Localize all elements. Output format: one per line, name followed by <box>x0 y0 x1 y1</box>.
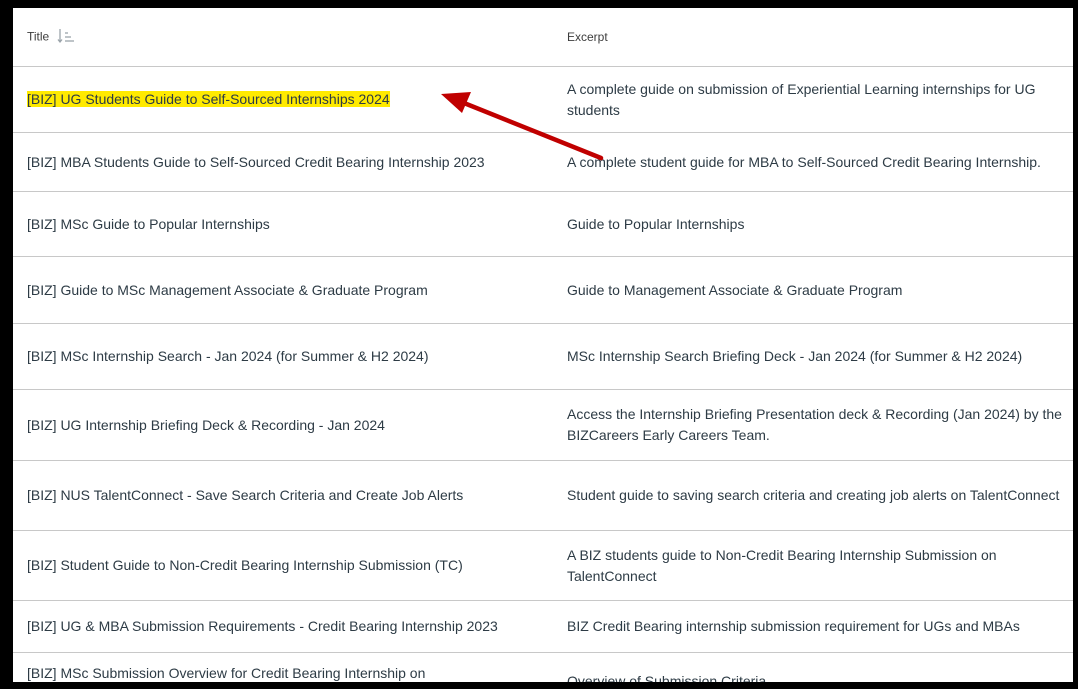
table-header-row: Title Excerpt <box>13 8 1073 67</box>
row-title-cell: [BIZ] MSc Guide to Popular Internships <box>13 191 553 257</box>
table-row: [BIZ] Guide to MSc Management Associate … <box>13 256 1073 324</box>
row-excerpt: A BIZ students guide to Non-Credit Beari… <box>553 530 1073 601</box>
column-header-excerpt: Excerpt <box>553 8 1073 67</box>
table-row: [BIZ] MSc Internship Search - Jan 2024 (… <box>13 323 1073 390</box>
row-title-cell: [BIZ] NUS TalentConnect - Save Search Cr… <box>13 460 553 531</box>
pages-table-frame: Title Excerpt [BIZ] UG Students Guide to… <box>13 8 1073 682</box>
row-title-cell: [BIZ] UG & MBA Submission Requirements -… <box>13 600 553 653</box>
row-title-cell: [BIZ] UG Internship Briefing Deck & Reco… <box>13 389 553 461</box>
column-header-excerpt-label: Excerpt <box>567 30 608 44</box>
row-title-cell: [BIZ] UG Students Guide to Self-Sourced … <box>13 66 553 133</box>
page-title-link[interactable]: [BIZ] Guide to MSc Management Associate … <box>27 282 428 298</box>
row-excerpt: BIZ Credit Bearing internship submission… <box>553 600 1073 653</box>
page-title-link[interactable]: [BIZ] MSc Guide to Popular Internships <box>27 216 270 232</box>
row-title-cell: [BIZ] MSc Submission Overview for Credit… <box>13 652 553 682</box>
row-excerpt: A complete student guide for MBA to Self… <box>553 132 1073 192</box>
table-row: [BIZ] UG Internship Briefing Deck & Reco… <box>13 389 1073 461</box>
row-excerpt: Student guide to saving search criteria … <box>553 460 1073 531</box>
page-title-link[interactable]: [BIZ] NUS TalentConnect - Save Search Cr… <box>27 487 463 503</box>
row-excerpt: Access the Internship Briefing Presentat… <box>553 389 1073 461</box>
page-title-link[interactable]: [BIZ] UG Internship Briefing Deck & Reco… <box>27 417 385 433</box>
table-row: [BIZ] MSc Guide to Popular Internships G… <box>13 191 1073 257</box>
page-title-link[interactable]: [BIZ] UG & MBA Submission Requirements -… <box>27 618 498 634</box>
row-excerpt: MSc Internship Search Briefing Deck - Ja… <box>553 323 1073 390</box>
table-row: [BIZ] UG & MBA Submission Requirements -… <box>13 600 1073 653</box>
table-row: [BIZ] UG Students Guide to Self-Sourced … <box>13 66 1073 133</box>
row-excerpt: Guide to Popular Internships <box>553 191 1073 257</box>
row-excerpt: A complete guide on submission of Experi… <box>553 66 1073 133</box>
page-title-link[interactable]: [BIZ] MBA Students Guide to Self-Sourced… <box>27 154 485 170</box>
row-title-cell: [BIZ] Student Guide to Non-Credit Bearin… <box>13 530 553 601</box>
row-title-cell: [BIZ] MBA Students Guide to Self-Sourced… <box>13 132 553 192</box>
page-title-link[interactable]: [BIZ] UG Students Guide to Self-Sourced … <box>27 91 390 107</box>
page-title-link[interactable]: [BIZ] MSc Submission Overview for Credit… <box>27 665 425 681</box>
page-title-link[interactable]: [BIZ] MSc Internship Search - Jan 2024 (… <box>27 348 429 364</box>
sort-icon[interactable] <box>57 28 75 47</box>
row-title-cell: [BIZ] MSc Internship Search - Jan 2024 (… <box>13 323 553 390</box>
page-title-link[interactable]: [BIZ] Student Guide to Non-Credit Bearin… <box>27 557 463 573</box>
pages-table: Title Excerpt [BIZ] UG Students Guide to… <box>13 8 1073 682</box>
row-title-cell: [BIZ] Guide to MSc Management Associate … <box>13 256 553 324</box>
table-row: [BIZ] Student Guide to Non-Credit Bearin… <box>13 530 1073 601</box>
table-row: [BIZ] MBA Students Guide to Self-Sourced… <box>13 132 1073 192</box>
table-row: [BIZ] MSc Submission Overview for Credit… <box>13 652 1073 682</box>
column-header-title[interactable]: Title <box>13 8 553 67</box>
table-row: [BIZ] NUS TalentConnect - Save Search Cr… <box>13 460 1073 531</box>
column-header-title-label: Title <box>27 29 50 44</box>
row-excerpt: Overview of Submission Criteria <box>553 652 1073 682</box>
row-excerpt: Guide to Management Associate & Graduate… <box>553 256 1073 324</box>
